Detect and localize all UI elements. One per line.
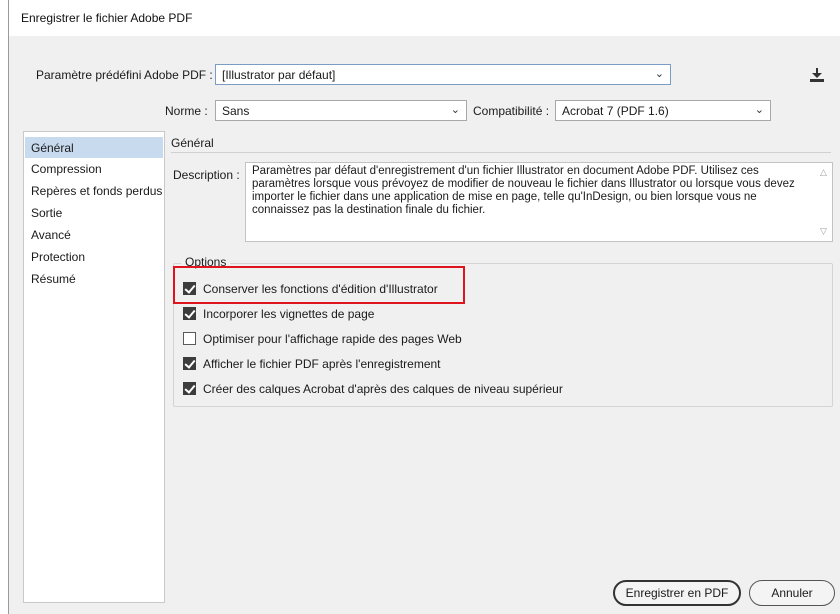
title-bar: Enregistrer le fichier Adobe PDF (9, 0, 840, 36)
checkbox-checked[interactable] (183, 307, 196, 320)
option-label: Afficher le fichier PDF après l'enregist… (203, 357, 441, 371)
sidebar-item-output[interactable]: Sortie (25, 202, 163, 223)
sidebar-item-security[interactable]: Protection (25, 246, 163, 267)
sidebar-item-compression[interactable]: Compression (25, 158, 163, 179)
cancel-button[interactable]: Annuler (749, 580, 835, 606)
save-pdf-button[interactable]: Enregistrer en PDF (613, 580, 741, 606)
description-label: Description : (173, 168, 240, 182)
checkbox-checked[interactable] (183, 382, 196, 395)
norme-label: Norme : (165, 104, 208, 118)
description-scrollbar[interactable]: △ ▽ (816, 163, 832, 241)
option-create-acrobat-layers[interactable]: Créer des calques Acrobat d'après des ca… (183, 382, 563, 398)
chevron-down-icon: ⌄ (450, 104, 460, 116)
sidebar: Général Compression Repères et fonds per… (23, 131, 165, 603)
highlight-annotation (173, 266, 465, 304)
option-view-after-saving[interactable]: Afficher le fichier PDF après l'enregist… (183, 357, 441, 373)
scroll-down-icon[interactable]: ▽ (820, 225, 827, 238)
description-box[interactable]: Paramètres par défaut d'enregistrement d… (245, 162, 833, 242)
preset-select[interactable]: [Illustrator par défaut] ⌄ (215, 64, 671, 85)
chevron-down-icon: ⌄ (754, 104, 764, 116)
sidebar-item-summary[interactable]: Résumé (25, 268, 163, 289)
section-title: Général (171, 136, 214, 150)
section-divider (171, 152, 831, 153)
norme-value: Sans (222, 104, 250, 118)
option-label: Optimiser pour l'affichage rapide des pa… (203, 332, 462, 346)
description-text: Paramètres par défaut d'enregistrement d… (252, 165, 795, 216)
sidebar-item-general[interactable]: Général (25, 137, 163, 158)
sidebar-item-marks-bleeds[interactable]: Repères et fonds perdus (25, 180, 163, 201)
preset-label: Paramètre prédéfini Adobe PDF : (36, 68, 213, 82)
dialog-title: Enregistrer le fichier Adobe PDF (21, 11, 193, 25)
option-embed-thumbnails[interactable]: Incorporer les vignettes de page (183, 307, 374, 323)
scroll-up-icon[interactable]: △ (820, 166, 827, 179)
save-preset-icon[interactable] (807, 66, 827, 84)
chevron-down-icon: ⌄ (654, 68, 664, 80)
option-label: Créer des calques Acrobat d'après des ca… (203, 382, 563, 396)
preset-value: [Illustrator par défaut] (222, 68, 336, 82)
option-label: Incorporer les vignettes de page (203, 307, 375, 321)
option-fast-web-view[interactable]: Optimiser pour l'affichage rapide des pa… (183, 332, 462, 348)
checkbox-unchecked[interactable] (183, 332, 196, 345)
checkbox-checked[interactable] (183, 357, 196, 370)
sidebar-item-advanced[interactable]: Avancé (25, 224, 163, 245)
compat-label: Compatibilité : (473, 104, 550, 118)
compat-select[interactable]: Acrobat 7 (PDF 1.6) ⌄ (555, 100, 771, 121)
norme-select[interactable]: Sans ⌄ (215, 100, 467, 121)
save-pdf-dialog: Enregistrer le fichier Adobe PDF Paramèt… (8, 0, 840, 614)
compat-value: Acrobat 7 (PDF 1.6) (562, 104, 669, 118)
